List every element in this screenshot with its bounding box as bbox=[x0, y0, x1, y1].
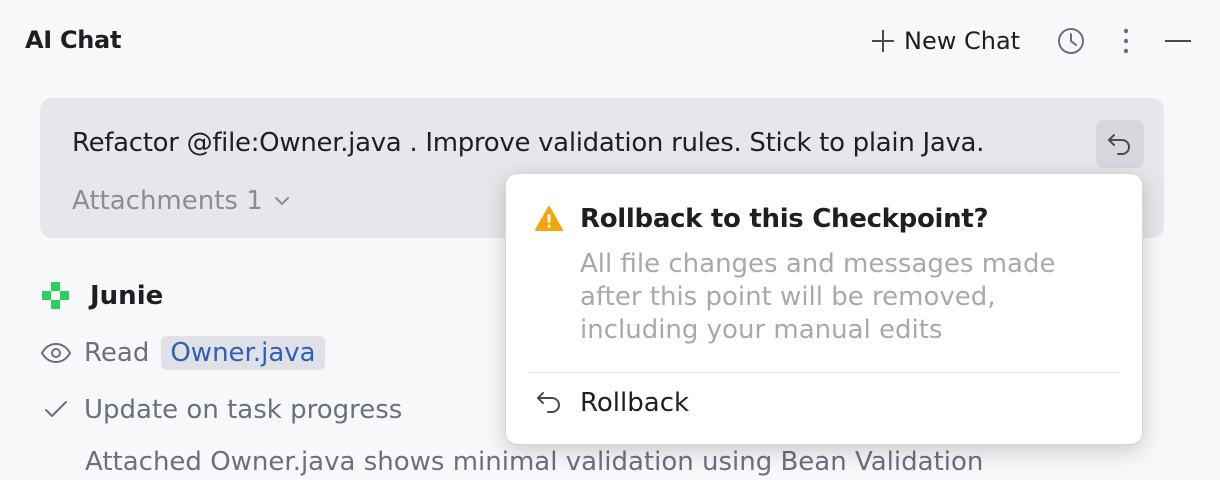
junie-logo-icon bbox=[42, 282, 69, 309]
minimize-button[interactable] bbox=[1163, 26, 1193, 56]
attachments-label: Attachments 1 bbox=[72, 186, 263, 216]
new-chat-label: New Chat bbox=[904, 27, 1021, 55]
file-link-owner-java[interactable]: Owner.java bbox=[161, 336, 325, 370]
history-button[interactable] bbox=[1056, 26, 1086, 56]
chevron-down-icon bbox=[274, 197, 289, 206]
panel-title: AI Chat bbox=[25, 26, 122, 54]
rollback-checkpoint-button[interactable] bbox=[1096, 120, 1144, 168]
prompt-text: Refactor @file:Owner.java . Improve vali… bbox=[72, 128, 985, 158]
check-icon bbox=[45, 401, 67, 417]
agent-name: Junie bbox=[90, 281, 164, 311]
eye-icon bbox=[40, 342, 72, 364]
plus-icon bbox=[872, 30, 894, 52]
popup-divider bbox=[528, 372, 1120, 373]
more-vertical-icon bbox=[1123, 28, 1129, 54]
history-icon bbox=[1058, 28, 1084, 54]
minimize-icon bbox=[1165, 40, 1191, 42]
step-description: Attached Owner.java shows minimal valida… bbox=[85, 447, 984, 477]
undo-icon bbox=[537, 392, 560, 413]
more-options-button[interactable] bbox=[1115, 26, 1137, 56]
step-update: Update on task progress bbox=[40, 395, 402, 425]
rollback-action-label: Rollback bbox=[580, 388, 690, 418]
popup-message: All file changes and messages made after… bbox=[580, 249, 1056, 345]
rollback-confirm-popup: Rollback to this Checkpoint? All file ch… bbox=[505, 173, 1143, 445]
new-chat-button[interactable]: New Chat bbox=[870, 24, 1020, 58]
step-read: Read Owner.java bbox=[40, 336, 325, 370]
step-read-label: Read bbox=[84, 338, 150, 368]
popup-title: Rollback to this Checkpoint? bbox=[580, 204, 989, 234]
step-update-label: Update on task progress bbox=[84, 395, 403, 425]
warning-icon bbox=[535, 206, 563, 231]
agent-header: Junie bbox=[40, 280, 163, 312]
rollback-action-button[interactable]: Rollback bbox=[534, 388, 689, 418]
attachments-toggle[interactable]: Attachments 1 bbox=[72, 186, 291, 216]
undo-icon bbox=[1108, 134, 1130, 155]
